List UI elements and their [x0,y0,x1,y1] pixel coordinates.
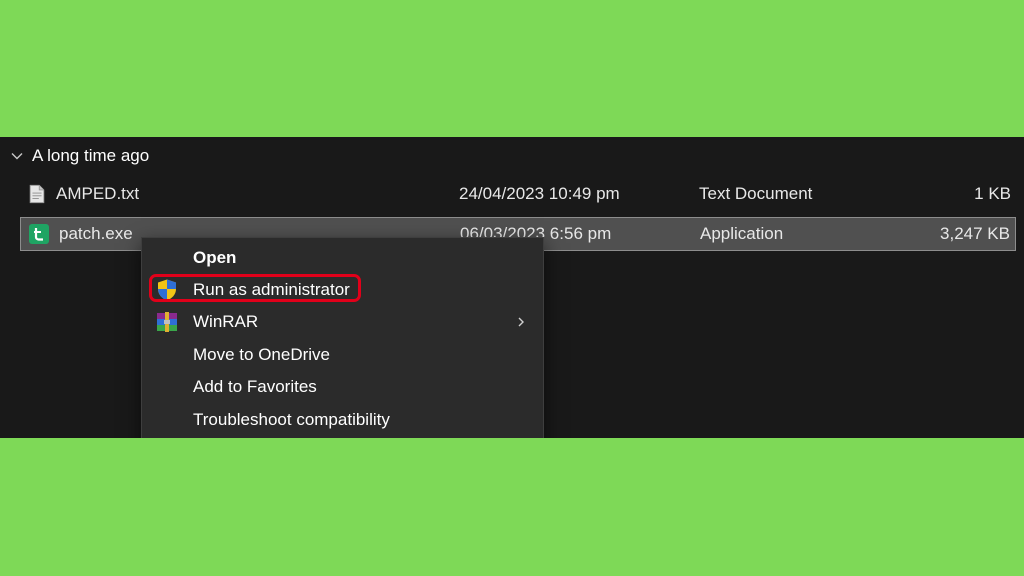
file-name: patch.exe [59,224,133,243]
file-row-amped[interactable]: AMPED.txt 24/04/2023 10:49 pm Text Docum… [20,177,1016,211]
file-modified: 24/04/2023 10:49 pm [459,184,620,203]
file-type: Application [700,224,784,243]
file-explorer: A long time ago AMPED.txt 24/04/2023 10:… [0,137,1024,438]
file-size: 3,247 KB [940,224,1010,243]
menu-item-label: Troubleshoot compatibility [193,410,390,429]
file-name: AMPED.txt [56,184,140,203]
group-header[interactable]: A long time ago [10,145,149,167]
group-header-label: A long time ago [32,146,150,165]
winrar-icon [157,312,177,332]
menu-item-label: Move to OneDrive [193,345,330,364]
menu-item-move-to-onedrive[interactable]: Move to OneDrive [142,340,543,370]
menu-item-open[interactable]: Open [142,243,543,273]
file-size: 1 KB [974,184,1011,203]
file-type: Text Document [699,184,813,203]
menu-item-label: Add to Favorites [193,377,317,396]
highlight-outline [149,274,361,302]
chevron-down-icon [11,153,23,160]
menu-item-label: WinRAR [193,312,259,331]
application-icon [29,224,49,244]
chevron-right-icon [518,317,524,327]
context-menu: Open Run as administrator WinRAR Move to… [141,237,544,438]
menu-item-label: Open [193,248,237,267]
text-file-icon [29,184,45,204]
menu-item-winrar[interactable]: WinRAR [142,307,543,337]
menu-item-troubleshoot-compatibility[interactable]: Troubleshoot compatibility [142,405,543,435]
menu-item-add-to-favorites[interactable]: Add to Favorites [142,372,543,402]
